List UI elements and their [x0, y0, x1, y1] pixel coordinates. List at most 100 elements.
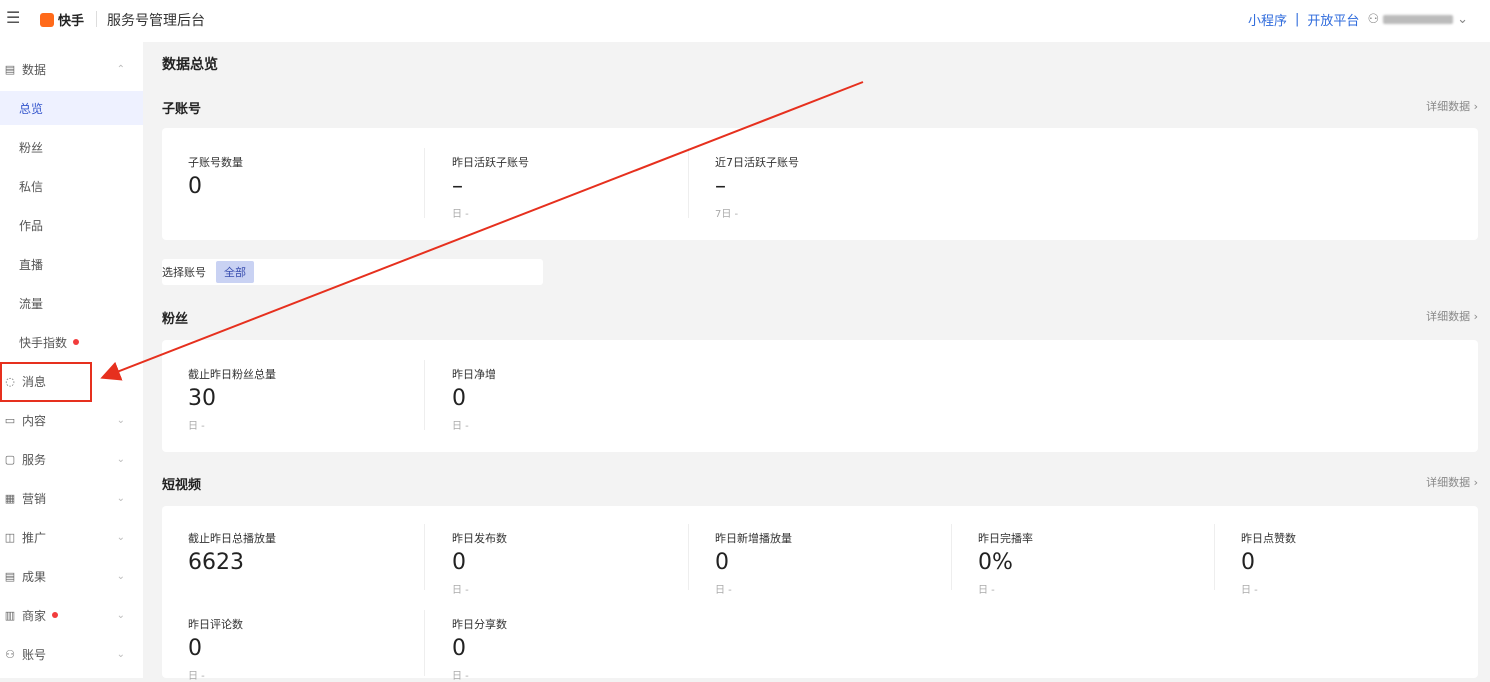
stat-completion-rate: 昨日完播率 0% 日 - — [978, 530, 1033, 596]
sidebar-item-service[interactable]: ▢ 服务 ⌄ — [0, 442, 143, 476]
stat-note: 日 - — [452, 421, 469, 432]
stat-value: 0 — [188, 174, 202, 199]
sidebar-item-marketing[interactable]: ▦ 营销 ⌄ — [0, 481, 143, 515]
divider — [424, 610, 425, 676]
sub-accounts-card: 子账号数量 0 昨日活跃子账号 – 日 - 近7日活跃子账号 – 7日 - — [162, 128, 1478, 240]
detail-link-sub-accounts[interactable]: 详细数据 › — [1426, 98, 1478, 114]
detail-link-label: 详细数据 — [1426, 476, 1471, 489]
chart-icon: ▤ — [4, 62, 16, 76]
main-content: 数据总览 子账号 详细数据 › 子账号数量 0 昨日活跃子账号 – 日 - 近7… — [143, 42, 1490, 682]
sidebar-item-promotion[interactable]: ◫ 推广 ⌄ — [0, 520, 143, 554]
chevron-up-icon: ⌃ — [116, 63, 125, 75]
fans-card: 截止昨日粉丝总量 30 日 - 昨日净增 0 日 - — [162, 340, 1478, 452]
stat-label: 昨日评论数 — [188, 618, 243, 631]
sidebar-item-label: 粉丝 — [19, 140, 44, 155]
stat-shares: 昨日分享数 0 日 - — [452, 616, 507, 682]
stat-new-plays: 昨日新增播放量 0 日 - — [715, 530, 792, 596]
stat-value: 0% — [978, 550, 1013, 575]
stat-value: – — [715, 174, 726, 199]
sidebar-item-kuaishou-index[interactable]: 快手指数 — [0, 325, 143, 359]
sidebar-item-merchant[interactable]: ▥ 商家 ⌄ — [0, 598, 143, 632]
top-bar: ☰ 快手 服务号管理后台 小程序 | 开放平台 ⚇ ⌄ — [0, 0, 1490, 42]
promote-icon: ◫ — [4, 530, 16, 544]
sidebar-item-label: 内容 — [22, 413, 47, 428]
sidebar-item-label: 成果 — [22, 569, 47, 584]
link-separator: | — [1295, 12, 1300, 27]
sidebar-item-label: 推广 — [22, 530, 47, 545]
user-icon: ⚇ — [5, 647, 15, 661]
header-links: 小程序 | 开放平台 ⚇ ⌄ — [1248, 10, 1468, 29]
sidebar-item-results[interactable]: ▤ 成果 ⌄ — [0, 559, 143, 593]
divider — [688, 148, 689, 218]
sidebar-item-label: 作品 — [19, 218, 44, 233]
stat-net-increase: 昨日净增 0 日 - — [452, 366, 496, 432]
stat-total-fans: 截止昨日粉丝总量 30 日 - — [188, 366, 276, 432]
stat-label: 子账号数量 — [188, 156, 243, 169]
sidebar-item-label: 营销 — [22, 491, 47, 506]
user-icon: ⚇ — [1367, 12, 1380, 27]
divider — [424, 148, 425, 218]
stat-value: 0 — [188, 636, 202, 661]
sidebar-item-account[interactable]: ⚇ 账号 ⌄ — [0, 637, 143, 671]
app-title: 服务号管理后台 — [107, 13, 205, 29]
sidebar-item-label: 服务 — [22, 452, 47, 467]
sidebar-item-live[interactable]: 直播 — [0, 247, 143, 281]
sidebar-item-label: 直播 — [19, 257, 44, 272]
sidebar-item-content[interactable]: ▭ 内容 ⌄ — [0, 403, 143, 437]
video-icon: ▭ — [4, 413, 16, 427]
stat-note: 日 - — [715, 585, 732, 596]
chevron-down-icon: ⌄ — [1457, 12, 1468, 27]
sidebar-item-data[interactable]: ▤ 数据 ⌃ — [0, 52, 143, 86]
stat-label: 截止昨日总播放量 — [188, 532, 276, 545]
stat-value: 0 — [452, 636, 466, 661]
sidebar-item-fans[interactable]: 粉丝 — [0, 130, 143, 164]
sidebar-item-label: 私信 — [19, 179, 44, 194]
stat-label: 近7日活跃子账号 — [715, 156, 799, 169]
mini-program-link[interactable]: 小程序 — [1248, 10, 1287, 29]
grid-icon: ▦ — [4, 491, 16, 505]
detail-link-fans[interactable]: 详细数据 › — [1426, 308, 1478, 324]
sidebar-item-traffic[interactable]: 流量 — [0, 286, 143, 320]
divider — [951, 524, 952, 590]
sidebar-item-label: 商家 — [22, 608, 47, 623]
sidebar-item-label: 流量 — [19, 296, 44, 311]
open-platform-link[interactable]: 开放平台 — [1307, 10, 1359, 29]
stat-value: 0 — [452, 550, 466, 575]
stat-label: 截止昨日粉丝总量 — [188, 368, 276, 381]
section-title-short-video: 短视频 — [162, 478, 202, 493]
divider — [688, 524, 689, 590]
stat-label: 昨日发布数 — [452, 532, 507, 545]
filter-tag-all[interactable]: 全部 — [216, 261, 254, 283]
account-filter[interactable]: 选择账号 全部 — [162, 259, 543, 285]
stat-note: 日 - — [188, 421, 205, 432]
detail-link-short-video[interactable]: 详细数据 › — [1426, 474, 1478, 490]
user-menu[interactable]: ⚇ ⌄ — [1367, 12, 1468, 27]
stat-value: 0 — [452, 386, 466, 411]
brand-logo[interactable]: 快手 — [40, 10, 84, 29]
sidebar-item-works[interactable]: 作品 — [0, 208, 143, 242]
menu-toggle-icon[interactable]: ☰ — [6, 8, 20, 27]
filter-label: 选择账号 — [162, 266, 206, 279]
notification-dot — [52, 612, 59, 618]
stat-label: 昨日净增 — [452, 368, 496, 381]
chevron-down-icon: ⌄ — [116, 570, 125, 582]
header-divider — [96, 11, 97, 27]
stat-note: 日 - — [1241, 585, 1258, 596]
stat-total-plays: 截止昨日总播放量 6623 — [188, 530, 276, 575]
sidebar-item-label: 总览 — [19, 101, 44, 116]
stat-note: 日 - — [452, 585, 469, 596]
notification-dot — [73, 339, 80, 345]
stat-label: 昨日新增播放量 — [715, 532, 792, 545]
stat-sub-account-count: 子账号数量 0 — [188, 154, 243, 199]
stat-published: 昨日发布数 0 日 - — [452, 530, 507, 596]
stat-active-yesterday: 昨日活跃子账号 – 日 - — [452, 154, 529, 220]
list-icon: ▤ — [4, 569, 16, 583]
divider — [1214, 524, 1215, 590]
sidebar-item-private-message[interactable]: 私信 — [0, 169, 143, 203]
chevron-down-icon: ⌄ — [116, 453, 125, 465]
detail-link-label: 详细数据 — [1426, 310, 1471, 323]
sidebar-item-overview[interactable]: 总览 — [0, 91, 143, 125]
stat-likes: 昨日点赞数 0 日 - — [1241, 530, 1296, 596]
stat-note: 日 - — [452, 671, 469, 682]
chevron-down-icon: ⌄ — [116, 414, 125, 426]
